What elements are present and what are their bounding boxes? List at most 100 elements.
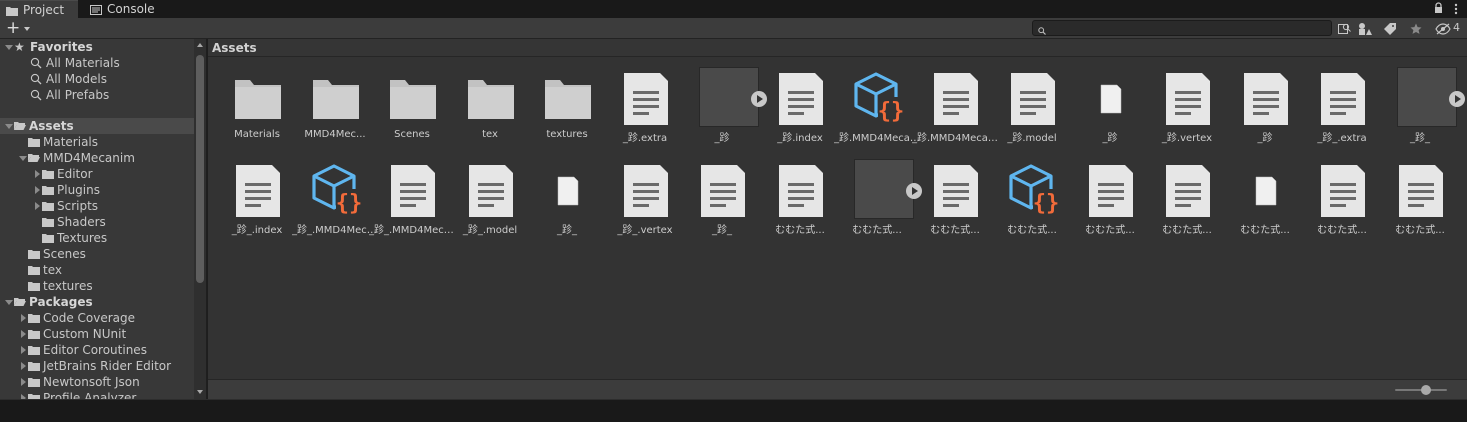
favorites-header[interactable]: ★ Favorites: [0, 39, 194, 55]
asset-file[interactable]: むむた式...: [1381, 157, 1459, 243]
asset-file[interactable]: _跈.model: [993, 65, 1071, 151]
hidden-packages-icon[interactable]: [1433, 20, 1453, 37]
package-tree-item[interactable]: Newtonsoft Json: [0, 374, 194, 390]
folder-tree-item[interactable]: Scenes: [0, 246, 194, 262]
asset-file[interactable]: むむた式...: [838, 157, 922, 243]
package-tree-item[interactable]: Profile Analyzer: [0, 390, 194, 399]
folder-tree-item[interactable]: Textures: [0, 230, 194, 246]
tab-project[interactable]: Project: [0, 0, 78, 18]
svg-text:{}: {}: [1033, 191, 1059, 216]
folder-icon: [42, 201, 54, 211]
favorite-search-item[interactable]: All Materials: [0, 55, 194, 71]
asset-file[interactable]: _跈_.index: [218, 157, 296, 243]
favorite-search-item[interactable]: All Prefabs: [0, 87, 194, 103]
filter-by-label-icon[interactable]: [1380, 20, 1400, 37]
model-preview-icon: [854, 159, 914, 219]
asset-folder[interactable]: textures: [528, 65, 606, 151]
tree-label: tex: [43, 263, 62, 277]
asset-label: _跈_: [1410, 133, 1430, 144]
expanded-arrow-icon[interactable]: [4, 297, 14, 307]
asset-file[interactable]: むむた式...: [916, 157, 994, 243]
asset-file[interactable]: むむた式...: [1148, 157, 1226, 243]
folder-tree-item[interactable]: textures: [0, 278, 194, 294]
asset-file[interactable]: _跈_: [683, 157, 761, 243]
collapsed-arrow-icon[interactable]: [18, 345, 28, 355]
asset-folder[interactable]: tex: [451, 65, 529, 151]
collapsed-arrow-icon[interactable]: [18, 377, 28, 387]
package-tree-item[interactable]: JetBrains Rider Editor: [0, 358, 194, 374]
asset-label: _跈.MMD4Mecanim: [912, 133, 998, 144]
package-tree-item[interactable]: Editor Coroutines: [0, 342, 194, 358]
package-tree-item[interactable]: Code Coverage: [0, 310, 194, 326]
folder-icon: [42, 233, 54, 243]
asset-file[interactable]: むむた式...: [761, 157, 839, 243]
collapsed-arrow-icon[interactable]: [18, 329, 28, 339]
collapsed-arrow-icon[interactable]: [18, 361, 28, 371]
expand-play-icon[interactable]: [1449, 91, 1465, 107]
scrollbar-thumb[interactable]: [196, 55, 204, 283]
collapsed-arrow-icon[interactable]: [32, 185, 42, 195]
asset-file[interactable]: {} _跈_.MMD4Meca...: [292, 157, 378, 243]
asset-file[interactable]: _跈.MMD4Mecanim: [912, 65, 998, 151]
favorite-star-icon[interactable]: [1406, 20, 1426, 37]
favorite-search-item[interactable]: All Models: [0, 71, 194, 87]
folder-icon: [6, 5, 18, 16]
text-asset-icon: [620, 161, 672, 219]
collapsed-arrow-icon[interactable]: [32, 201, 42, 211]
tab-console[interactable]: Console: [84, 0, 166, 18]
folder-tree-item[interactable]: Materials: [0, 134, 194, 150]
asset-folder[interactable]: MMD4Mec...: [296, 65, 374, 151]
asset-file[interactable]: _跈: [1071, 65, 1149, 151]
asset-file[interactable]: _跈_.vertex: [606, 157, 684, 243]
asset-file[interactable]: {} _跈.MMD4Mecanim: [834, 65, 920, 151]
folder-tree-item[interactable]: Plugins: [0, 182, 194, 198]
asset-file[interactable]: むむた式...: [1226, 157, 1304, 243]
asset-grid-panel: Assets Materials MMD4Mec... Scenes tex textu…: [208, 39, 1467, 379]
model-preview-icon: [852, 159, 922, 219]
folder-tree-item[interactable]: Editor: [0, 166, 194, 182]
scroll-up-icon[interactable]: [197, 43, 203, 47]
asset-folder[interactable]: Scenes: [373, 65, 451, 151]
folder-open-icon: [28, 153, 40, 163]
folder-tree-item[interactable]: Scripts: [0, 198, 194, 214]
asset-file[interactable]: _跈_: [1381, 65, 1465, 151]
asset-file[interactable]: むむた式...: [1303, 157, 1381, 243]
project-folder-tree: ★ Favorites All Materials All Models All Pre…: [0, 39, 194, 399]
folder-tree-item[interactable]: Shaders: [0, 214, 194, 230]
expanded-arrow-icon[interactable]: [4, 121, 14, 131]
search-by-type-icon[interactable]: [1334, 20, 1354, 37]
asset-file[interactable]: _跈.vertex: [1148, 65, 1226, 151]
expanded-arrow-icon[interactable]: [18, 153, 28, 163]
asset-file[interactable]: _跈.index: [761, 65, 839, 151]
folder-tree-scrollbar[interactable]: [194, 39, 207, 399]
icon-size-slider-handle[interactable]: [1421, 385, 1431, 395]
more-options-icon[interactable]: [1454, 3, 1458, 15]
asset-file[interactable]: {} むむた式...: [993, 157, 1071, 243]
expanded-arrow-icon[interactable]: [4, 42, 14, 52]
asset-folder[interactable]: Materials: [218, 65, 296, 151]
collapsed-arrow-icon[interactable]: [32, 169, 42, 179]
collapsed-arrow-icon[interactable]: [18, 313, 28, 323]
assets-header[interactable]: Assets: [0, 118, 194, 134]
asset-file[interactable]: _跈_: [528, 157, 606, 243]
filter-by-type-icon[interactable]: [1355, 20, 1375, 37]
search-input[interactable]: [1032, 20, 1332, 36]
package-tree-item[interactable]: Custom NUnit: [0, 326, 194, 342]
asset-file[interactable]: むむた式...: [1071, 157, 1149, 243]
asset-file[interactable]: _跈: [683, 65, 767, 151]
asset-file[interactable]: _跈_.extra: [1303, 65, 1381, 151]
tree-label: Shaders: [57, 215, 106, 229]
folder-tree-item[interactable]: MMD4Mecanim: [0, 150, 194, 166]
asset-file[interactable]: _跈.extra: [606, 65, 684, 151]
folder-tree-item[interactable]: tex: [0, 262, 194, 278]
packages-header[interactable]: Packages: [0, 294, 194, 310]
asset-file[interactable]: _跈_.model: [451, 157, 529, 243]
create-button[interactable]: +: [6, 20, 34, 37]
asset-label: Scenes: [394, 129, 430, 140]
asset-file[interactable]: _跈_.MMD4Mecanim: [369, 157, 455, 243]
asset-label: むむた式...: [1162, 225, 1212, 236]
breadcrumb-assets[interactable]: Assets: [212, 41, 257, 55]
scroll-down-icon[interactable]: [197, 390, 203, 394]
asset-file[interactable]: _跈: [1226, 65, 1304, 151]
lock-icon[interactable]: [1434, 2, 1443, 14]
